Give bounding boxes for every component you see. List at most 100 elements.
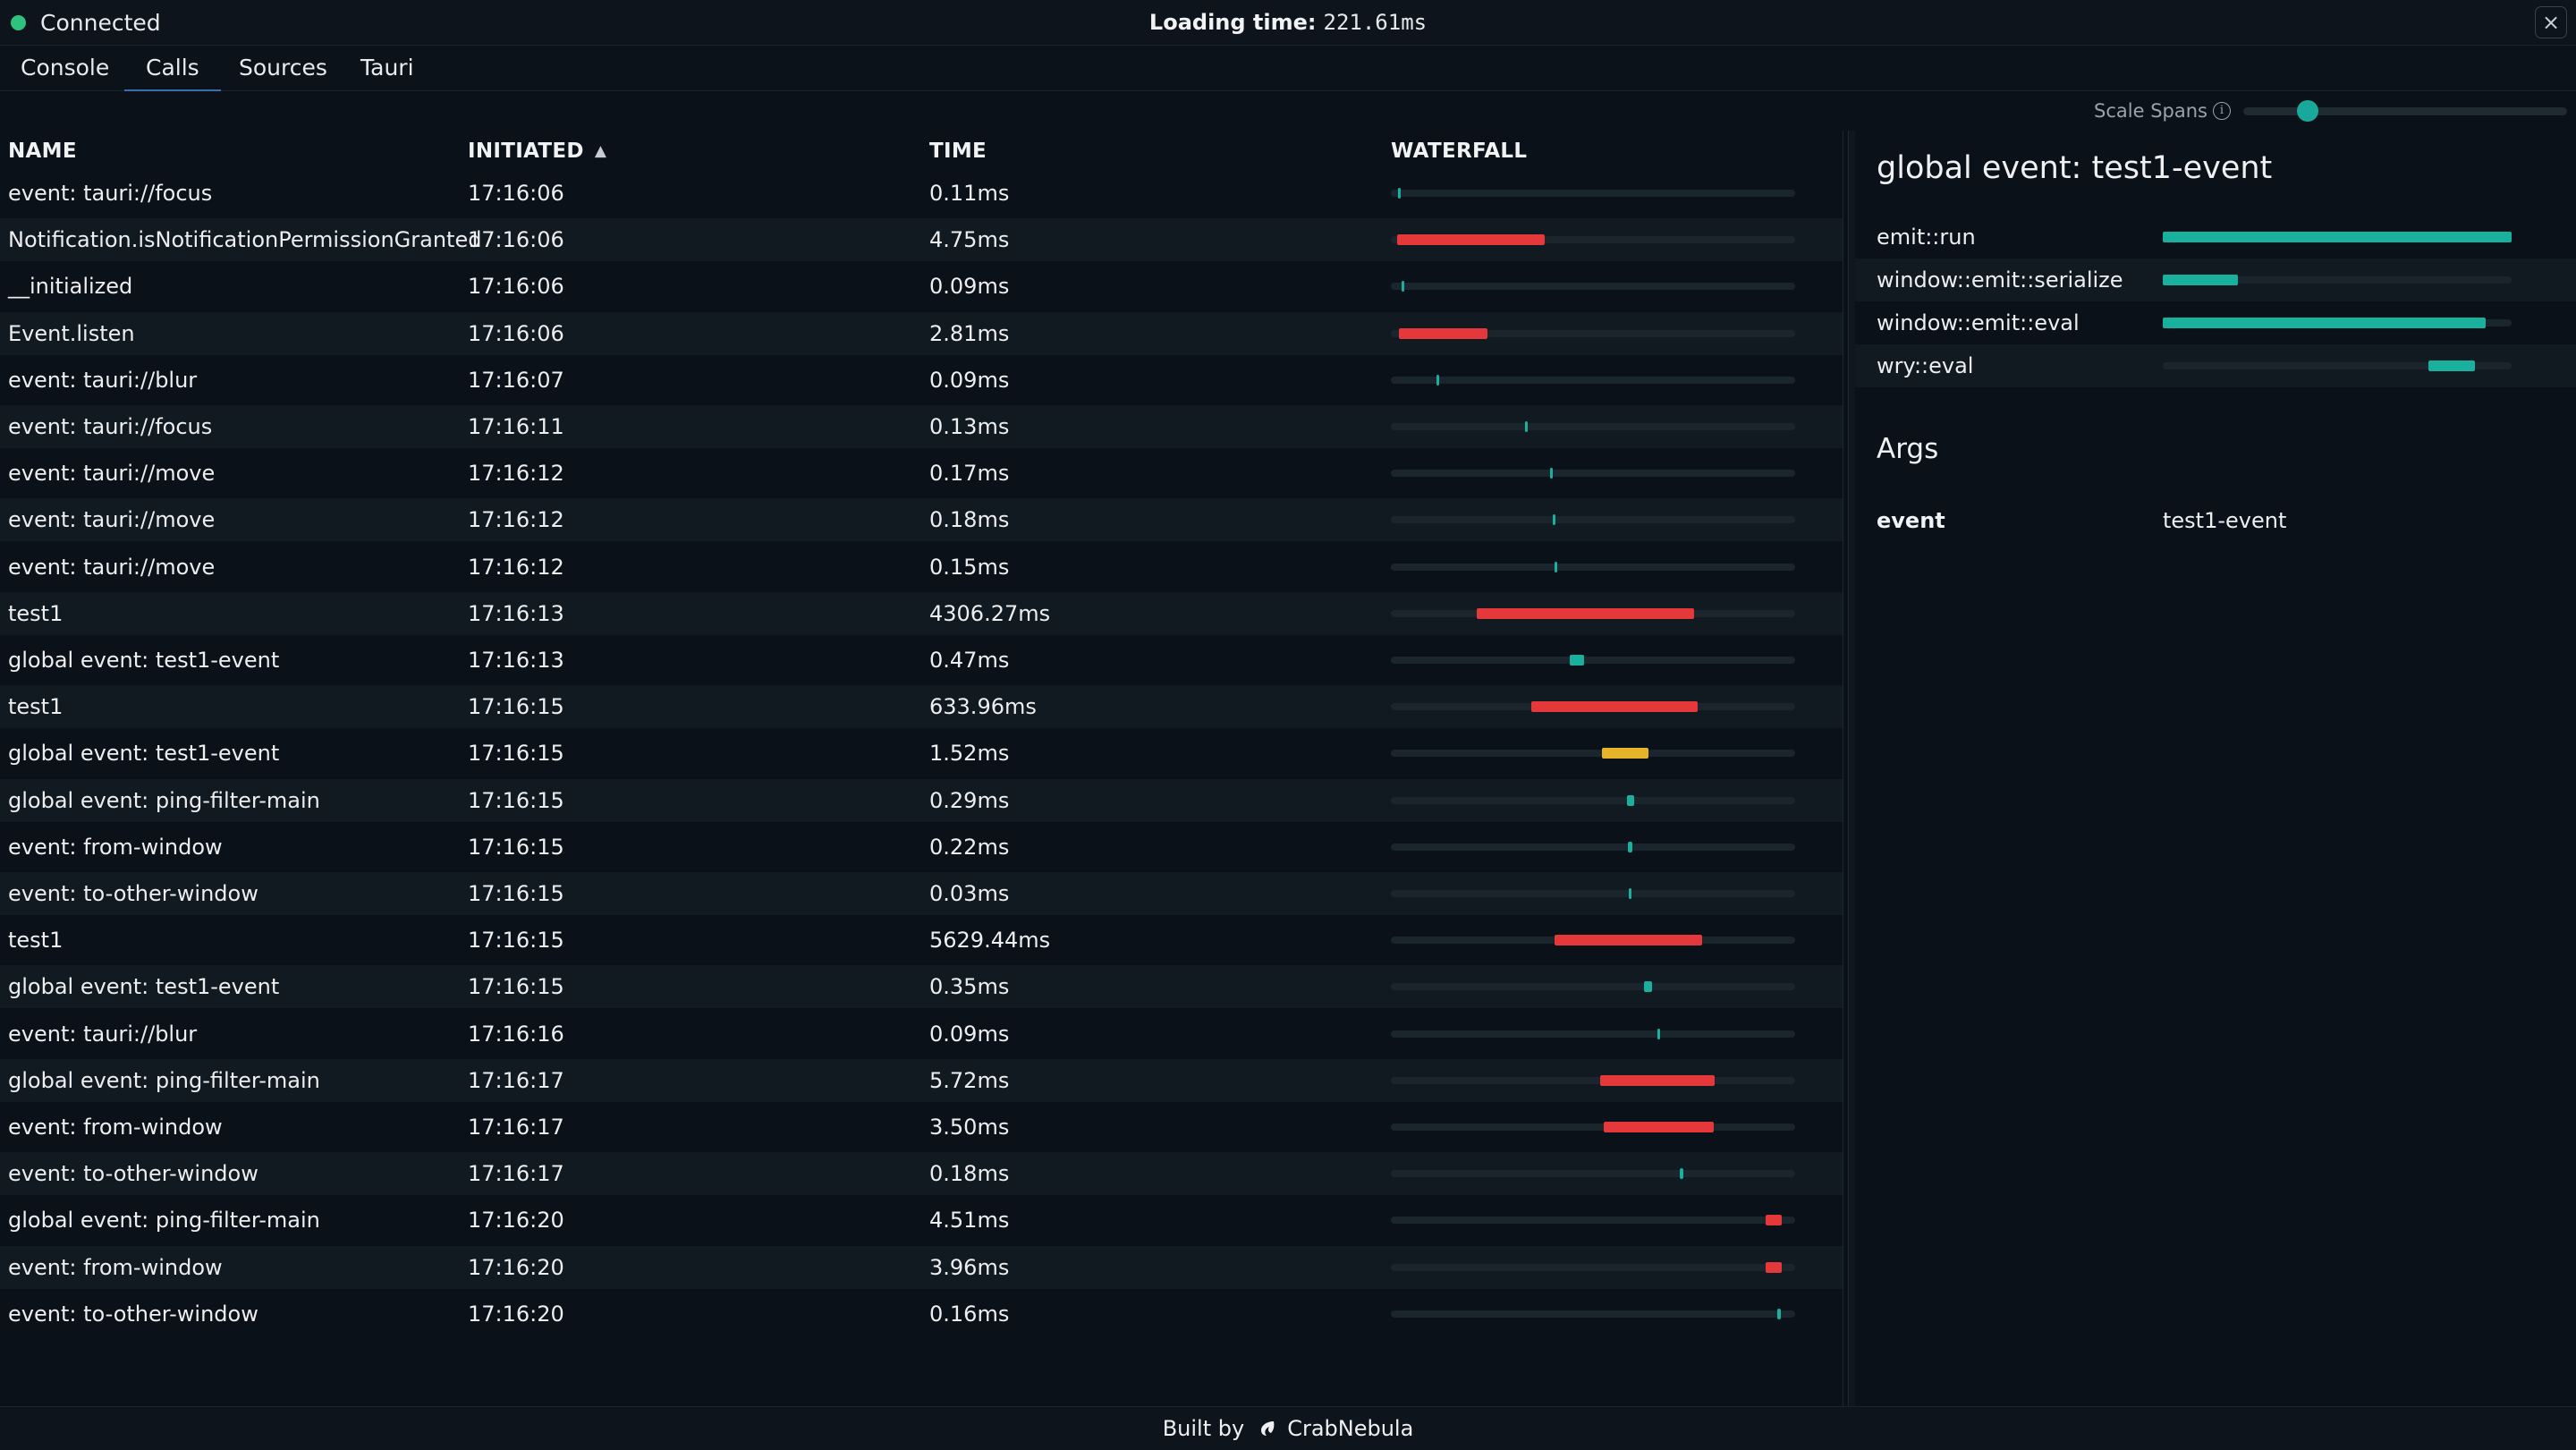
- table-row[interactable]: event: tauri://move 17:16:12 0.15ms: [0, 546, 1843, 589]
- table-row[interactable]: event: to-other-window 17:16:15 0.03ms: [0, 872, 1843, 915]
- cell-name: global event: ping-filter-main: [8, 1208, 320, 1234]
- table-row[interactable]: Event.listen 17:16:06 2.81ms: [0, 311, 1843, 355]
- waterfall-bar: [1401, 281, 1404, 293]
- cell-name: event: tauri://move: [8, 507, 216, 533]
- table-row[interactable]: test1 17:16:15 5629.44ms: [0, 919, 1843, 962]
- table-row[interactable]: event: from-window 17:16:20 3.96ms: [0, 1245, 1843, 1289]
- loading-time-value: 221.61ms: [1323, 10, 1428, 35]
- cell-name: event: tauri://focus: [8, 414, 213, 439]
- cell-name: event: from-window: [8, 1115, 223, 1140]
- cell-time: 0.29ms: [929, 787, 1010, 813]
- cell-time: 0.22ms: [929, 834, 1010, 860]
- cell-initiated: 17:16:15: [468, 834, 564, 860]
- cell-name: event: tauri://blur: [8, 367, 198, 393]
- detail-title: global event: test1-event: [1877, 150, 2273, 186]
- tab-calls[interactable]: Calls: [124, 46, 221, 91]
- close-icon: ×: [2541, 10, 2561, 35]
- table-row[interactable]: test1 17:16:13 4306.27ms: [0, 591, 1843, 635]
- waterfall-track: [1391, 1215, 1795, 1226]
- span-track: [2163, 318, 2512, 328]
- waterfall-track: [1391, 1308, 1795, 1319]
- tab-tauri[interactable]: Tauri: [360, 46, 414, 90]
- table-row[interactable]: event: to-other-window 17:16:17 0.18ms: [0, 1152, 1843, 1196]
- tab-console[interactable]: Console: [21, 46, 109, 90]
- span-row[interactable]: wry::eval: [1855, 344, 2576, 387]
- waterfall-track: [1391, 1168, 1795, 1180]
- cell-name: global event: test1-event: [8, 974, 280, 1000]
- cell-name: Notification.isNotificationPermissionGra…: [8, 227, 482, 253]
- close-button[interactable]: ×: [2535, 6, 2567, 38]
- waterfall-bar: [1552, 514, 1556, 526]
- brand-link[interactable]: CrabNebula: [1287, 1416, 1413, 1441]
- table-row[interactable]: event: to-other-window 17:16:20 0.16ms: [0, 1293, 1843, 1336]
- table-row[interactable]: __initialized 17:16:06 0.09ms: [0, 265, 1843, 308]
- table-row[interactable]: event: tauri://focus 17:16:06 0.11ms: [0, 172, 1843, 215]
- span-row[interactable]: window::emit::eval: [1855, 301, 2576, 344]
- waterfall-track: [1391, 1122, 1795, 1132]
- table-row[interactable]: event: tauri://blur 17:16:16 0.09ms: [0, 1013, 1843, 1056]
- table-row[interactable]: event: tauri://move 17:16:12 0.18ms: [0, 498, 1843, 542]
- slider-handle[interactable]: [2297, 99, 2319, 122]
- span-track: [2163, 232, 2512, 242]
- cell-time: 3.50ms: [929, 1115, 1010, 1140]
- column-name-header[interactable]: NAME: [8, 140, 77, 163]
- cell-initiated: 17:16:12: [468, 461, 564, 487]
- cell-time: 0.09ms: [929, 367, 1010, 393]
- loading-time: Loading time: 221.61ms: [0, 0, 2576, 45]
- table-row[interactable]: event: tauri://focus 17:16:11 0.13ms: [0, 405, 1843, 448]
- span-bar: [2163, 275, 2238, 285]
- waterfall-track: [1391, 748, 1795, 759]
- waterfall-bar: [1601, 748, 1648, 759]
- cell-time: 0.09ms: [929, 274, 1010, 300]
- cell-time: 0.35ms: [929, 974, 1010, 1000]
- info-icon[interactable]: i: [2213, 102, 2231, 120]
- tab-bar: Console Calls Sources Tauri: [0, 46, 2576, 91]
- span-row[interactable]: window::emit::serialize: [1855, 259, 2576, 301]
- table-row[interactable]: global event: test1-event 17:16:15 0.35ms: [0, 965, 1843, 1009]
- waterfall-bar: [1555, 935, 1703, 946]
- table-row[interactable]: event: from-window 17:16:15 0.22ms: [0, 826, 1843, 869]
- waterfall-track: [1391, 655, 1795, 666]
- waterfall-track: [1391, 607, 1795, 619]
- waterfall-track: [1391, 234, 1795, 246]
- cell-time: 0.18ms: [929, 1161, 1010, 1187]
- cell-time: 0.18ms: [929, 507, 1010, 533]
- arg-key: event: [1877, 508, 1945, 533]
- table-row[interactable]: global event: test1-event 17:16:15 1.52ms: [0, 732, 1843, 775]
- span-detail-panel: global event: test1-event emit::run windo…: [1855, 131, 2576, 1406]
- cell-initiated: 17:16:20: [468, 1208, 564, 1234]
- waterfall-track: [1391, 468, 1795, 479]
- waterfall-bar: [1476, 607, 1694, 619]
- table-row[interactable]: global event: ping-filter-main 17:16:17 5.…: [0, 1058, 1843, 1102]
- span-row[interactable]: emit::run: [1855, 216, 2576, 259]
- table-row[interactable]: Notification.isNotificationPermissionGra…: [0, 218, 1843, 262]
- column-time-header[interactable]: TIME: [929, 140, 987, 163]
- table-row[interactable]: global event: ping-filter-main 17:16:15 0.…: [0, 778, 1843, 822]
- waterfall-track: [1391, 281, 1795, 293]
- panel-resize-handle[interactable]: [1848, 131, 1855, 1406]
- args-heading: Args: [1877, 433, 1939, 465]
- waterfall-bar: [1398, 188, 1402, 199]
- cell-name: __initialized: [8, 274, 133, 300]
- table-row[interactable]: global event: ping-filter-main 17:16:20 4.…: [0, 1199, 1843, 1242]
- waterfall-bar: [1627, 841, 1633, 852]
- crabnebula-logo-icon: [1261, 1421, 1275, 1436]
- table-row[interactable]: test1 17:16:15 633.96ms: [0, 685, 1843, 729]
- cell-initiated: 17:16:20: [468, 1254, 564, 1280]
- arg-value: test1-event: [2163, 508, 2287, 533]
- tab-sources[interactable]: Sources: [239, 46, 327, 90]
- waterfall-bar: [1628, 888, 1631, 899]
- cell-initiated: 17:16:15: [468, 928, 564, 954]
- column-initiated-header[interactable]: INITIATED ▲: [468, 140, 606, 163]
- table-row[interactable]: event: tauri://move 17:16:12 0.17ms: [0, 452, 1843, 495]
- cell-time: 633.96ms: [929, 694, 1037, 720]
- scale-spans-slider[interactable]: [2243, 99, 2567, 122]
- cell-time: 0.11ms: [929, 181, 1010, 206]
- span-track: [2163, 360, 2512, 371]
- table-row[interactable]: event: tauri://blur 17:16:07 0.09ms: [0, 359, 1843, 402]
- span-bar: [2428, 360, 2476, 371]
- cell-name: event: to-other-window: [8, 1301, 258, 1327]
- span-bar: [2163, 232, 2512, 242]
- table-row[interactable]: global event: test1-event 17:16:13 0.47ms: [0, 639, 1843, 682]
- table-row[interactable]: event: from-window 17:16:17 3.50ms: [0, 1106, 1843, 1149]
